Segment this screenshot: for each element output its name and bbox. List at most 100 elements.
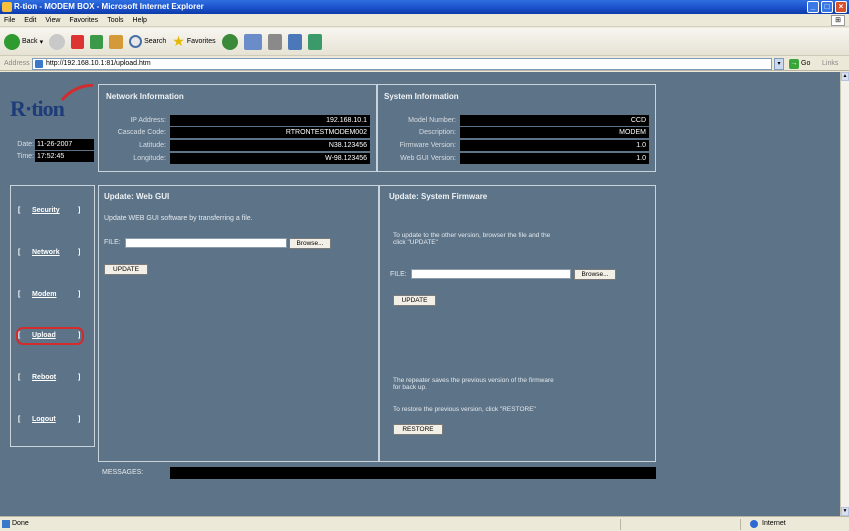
web-gui-version-label: Web GUI Version: [400, 155, 456, 162]
date-value: 11-26-2007 [35, 139, 94, 150]
firmware-update-title: Update: System Firmware [389, 192, 488, 201]
firmware-version-label: Firmware Version: [399, 142, 456, 149]
toolbar: Back ▾ Search ★ Favorites [0, 28, 849, 56]
maximize-button[interactable]: □ [821, 1, 833, 13]
back-button[interactable]: Back ▾ [4, 33, 44, 50]
firmware-backup-note-line2: for back up. [393, 384, 427, 391]
restore-button[interactable]: RESTORE [393, 424, 443, 435]
page-done-icon [2, 520, 10, 528]
menu-file[interactable]: File [4, 14, 15, 26]
mail-icon[interactable] [243, 33, 262, 50]
messages-box [170, 467, 656, 479]
menu-edit[interactable]: Edit [24, 14, 36, 26]
edit-icon[interactable] [287, 33, 302, 50]
favorites-label: Favorites [186, 38, 216, 45]
firmware-file-input[interactable] [411, 269, 571, 279]
title-bar: R-tion - MODEM BOX - Microsoft Internet … [0, 0, 849, 14]
webgui-file-label: FILE: [104, 239, 121, 246]
stop-icon[interactable] [71, 34, 85, 49]
browser-window: R-tion - MODEM BOX - Microsoft Internet … [0, 0, 849, 531]
description-value: MODEM [460, 127, 649, 138]
menu-tools[interactable]: Tools [107, 14, 123, 26]
brand-logo: R·tion [10, 96, 65, 121]
latitude-value: N38.123456 [170, 140, 370, 151]
restore-instruction: To restore the previous version, click "… [393, 406, 536, 413]
sidebar-item-label: Network [32, 249, 60, 256]
menu-help[interactable]: Help [133, 14, 147, 26]
page-icon [35, 60, 43, 68]
back-dropdown-icon[interactable]: ▾ [40, 38, 44, 46]
description-label: Description: [419, 129, 456, 136]
firmware-description-line2: click "UPDATE" [393, 239, 438, 246]
status-bar: Done Internet [0, 516, 849, 531]
firmware-backup-note-line1: The repeater saves the previous version … [393, 377, 554, 384]
sidebar-item-label: Reboot [32, 374, 57, 381]
refresh-icon[interactable] [90, 34, 104, 49]
search-icon [129, 35, 143, 48]
sidebar-nav [10, 185, 95, 447]
go-arrow-icon[interactable]: → [789, 59, 799, 69]
address-dropdown-icon[interactable]: ▾ [774, 58, 784, 70]
sidebar-item-label: Security [32, 207, 60, 214]
webgui-update-panel [98, 185, 379, 462]
network-info-title: Network Information [106, 92, 184, 101]
webgui-browse-button[interactable]: Browse... [289, 238, 331, 249]
home-icon[interactable] [109, 34, 124, 49]
scroll-down-icon[interactable]: ▼ [841, 507, 849, 516]
go-button[interactable]: Go [801, 57, 810, 71]
system-info-title: System Information [384, 92, 459, 101]
webgui-description: Update WEB GUI software by transferring … [104, 215, 253, 222]
star-icon: ★ [172, 33, 185, 49]
firmware-description-line1: To update to the other version, browser … [393, 232, 551, 239]
upload-highlight-outline [16, 327, 84, 345]
cascade-code-label: Cascade Code: [117, 129, 166, 136]
webgui-file-input[interactable] [125, 238, 287, 248]
longitude-label: Longitude: [133, 155, 166, 162]
back-label: Back [22, 38, 38, 45]
windows-logo-icon: ⊞ [831, 15, 845, 26]
search-label: Search [144, 38, 167, 45]
ip-address-value: 192.168.10.1 [170, 115, 370, 126]
favorites-button[interactable]: ★ Favorites [172, 33, 215, 50]
window-title: R-tion - MODEM BOX - Microsoft Internet … [14, 2, 204, 11]
model-number-label: Model Number: [408, 117, 456, 124]
time-label: Time: [16, 153, 34, 160]
address-label: Address [4, 60, 30, 67]
web-gui-version-value: 1.0 [460, 153, 649, 164]
ip-address-label: IP Address: [130, 117, 166, 124]
sidebar-item-label: Modem [32, 291, 57, 298]
menu-favorites[interactable]: Favorites [69, 14, 98, 26]
address-url: http://192.168.10.1:81/upload.htm [46, 60, 151, 67]
minimize-button[interactable]: _ [807, 1, 819, 13]
history-icon[interactable] [221, 33, 238, 50]
ie-icon [2, 2, 12, 12]
status-text: Done [12, 520, 29, 527]
longitude-value: W-98.123456 [170, 153, 370, 164]
print-icon[interactable] [267, 33, 282, 50]
address-input[interactable]: http://192.168.10.1:81/upload.htm [32, 58, 772, 70]
close-button[interactable]: × [835, 1, 847, 13]
messages-label: MESSAGES: [102, 469, 144, 476]
cascade-code-value: RTRONTESTMODEM002 [170, 127, 370, 138]
model-number-value: CCD [460, 115, 649, 126]
links-button[interactable]: Links [822, 57, 838, 71]
scroll-up-icon[interactable]: ▲ [841, 72, 849, 81]
sidebar-item-label: Logout [32, 416, 56, 423]
security-zone-label: Internet [762, 520, 786, 527]
messenger-icon[interactable] [307, 33, 322, 50]
webgui-update-button[interactable]: UPDATE [104, 264, 148, 275]
firmware-update-panel [379, 185, 656, 462]
vertical-scrollbar[interactable]: ▲ ▼ [840, 72, 849, 516]
address-bar: Address http://192.168.10.1:81/upload.ht… [0, 57, 849, 71]
firmware-browse-button[interactable]: Browse... [574, 269, 616, 280]
search-button[interactable]: Search [129, 35, 166, 48]
firmware-update-button[interactable]: UPDATE [393, 295, 436, 306]
menu-view[interactable]: View [45, 14, 60, 26]
forward-arrow-icon[interactable] [49, 33, 66, 50]
webgui-update-title: Update: Web GUI [104, 192, 170, 201]
latitude-label: Latitude: [139, 142, 166, 149]
time-value: 17:52:45 [35, 151, 94, 162]
firmware-file-label: FILE: [390, 271, 407, 278]
menu-bar: File Edit View Favorites Tools Help ⊞ [0, 14, 849, 27]
logo-swoosh-icon [60, 84, 94, 102]
